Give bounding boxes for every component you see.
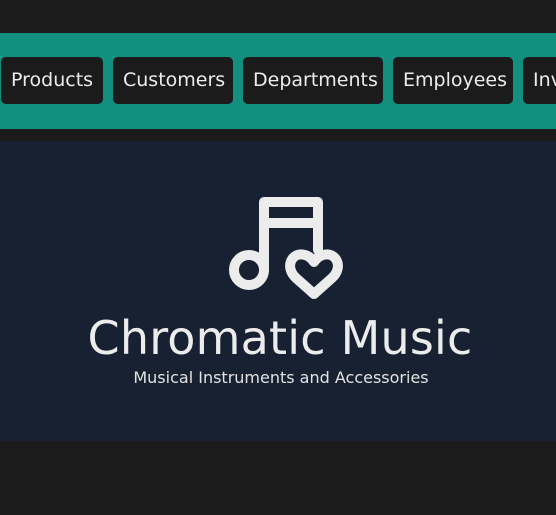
nav-departments-label: Departments — [253, 69, 378, 91]
nav-products-button[interactable]: Products — [1, 57, 103, 104]
hero-banner: Chromatic Music Musical Instruments and … — [0, 141, 556, 441]
nav-customers-label: Customers — [123, 69, 226, 91]
nav-inventory-label: Inventory — [533, 69, 556, 91]
nav-departments-button[interactable]: Departments — [243, 57, 383, 104]
nav-products-label: Products — [11, 69, 94, 91]
footer-area — [0, 441, 556, 515]
nav-employees-label: Employees — [403, 69, 507, 91]
brand-title: Chromatic Music — [87, 311, 473, 365]
brand-subtitle: Musical Instruments and Accessories — [133, 368, 429, 387]
nav-customers-button[interactable]: Customers — [113, 57, 233, 104]
nav-employees-button[interactable]: Employees — [393, 57, 513, 104]
nav-inventory-button[interactable]: Inventory — [523, 57, 556, 104]
top-navigation-bar: Products Customers Departments Employees… — [0, 33, 556, 129]
top-spacer — [0, 0, 556, 33]
music-note-heart-icon — [229, 197, 343, 299]
